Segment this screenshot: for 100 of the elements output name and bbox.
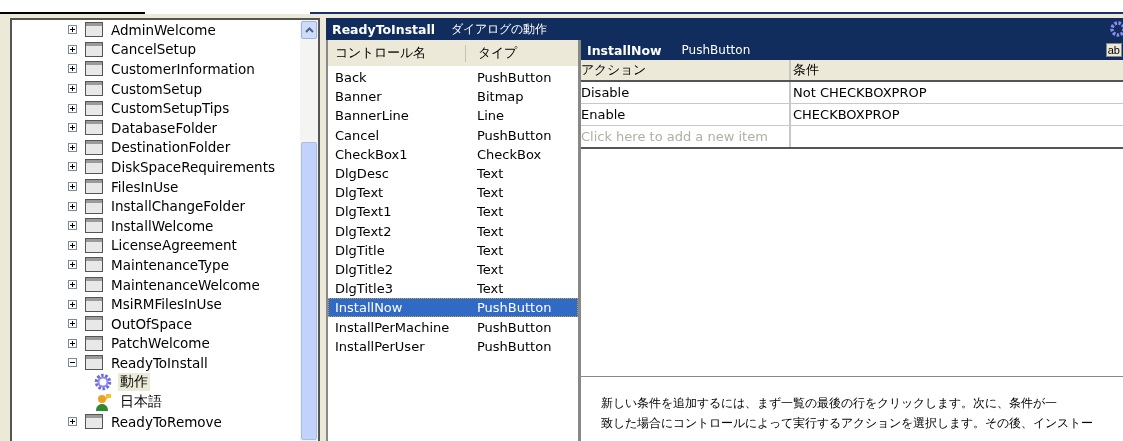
tree-item[interactable]: DatabaseFolder (109, 119, 220, 136)
column-header[interactable]: 条件 (791, 60, 1123, 80)
window-icon (85, 218, 103, 234)
tree-item[interactable]: InstallChangeFolder (109, 198, 248, 215)
tree-item[interactable]: CancelSetup (109, 41, 199, 58)
collapse-icon[interactable] (68, 358, 77, 368)
control-type: PushButton (477, 319, 553, 335)
table-cell[interactable]: CHECKBOXPROP (791, 104, 1123, 125)
tree-item[interactable]: FilesInUse (109, 178, 181, 195)
expand-icon[interactable] (68, 84, 77, 94)
expand-icon[interactable] (68, 319, 77, 329)
list-row[interactable]: Banner Bitmap (328, 87, 578, 107)
control-type: Text (477, 185, 505, 201)
table-cell[interactable]: Disable (581, 82, 791, 103)
control-name: DlgTitle2 (334, 261, 394, 277)
tree-item[interactable]: ReadyToRemove (109, 413, 224, 430)
window-icon (85, 198, 103, 214)
list-row[interactable]: InstallNow PushButton (328, 298, 578, 318)
expand-icon[interactable] (68, 103, 77, 113)
list-row[interactable]: DlgText1 Text (328, 202, 578, 222)
control-name: DlgDesc (334, 166, 390, 182)
control-name: Back (334, 70, 368, 86)
tree-item[interactable]: MaintenanceType (109, 256, 231, 273)
scroll-up-button[interactable] (301, 21, 317, 39)
tree-item[interactable]: DiskSpaceRequirements (109, 158, 277, 175)
expand-icon[interactable] (68, 240, 77, 250)
expand-icon[interactable] (68, 417, 77, 427)
tree-item[interactable]: DestinationFolder (109, 139, 233, 156)
scrollbar[interactable] (300, 20, 318, 441)
tree-item[interactable]: 日本語 (118, 393, 164, 412)
gear-icon[interactable] (1109, 20, 1123, 38)
tree-item[interactable]: CustomSetup (109, 80, 204, 97)
control-type: PushButton (477, 127, 553, 143)
tree-item[interactable]: CustomerInformation (109, 61, 257, 77)
tree-item[interactable]: AdminWelcome (109, 21, 218, 38)
tree-item[interactable]: InstallWelcome (109, 217, 216, 234)
list-row[interactable]: DlgTitle Text (328, 240, 578, 260)
list-row[interactable]: DlgDesc Text (328, 163, 578, 184)
control-name: InstallPerUser (334, 338, 426, 354)
column-header[interactable]: タイプ (465, 44, 578, 62)
tree-item[interactable]: 動作 (118, 373, 150, 392)
window-icon (85, 22, 103, 38)
expand-icon[interactable] (68, 280, 77, 289)
window-icon (85, 257, 103, 273)
tree-item[interactable]: MaintenanceWelcome (109, 276, 262, 293)
window-icon (85, 61, 103, 77)
window-icon (85, 335, 103, 351)
list-row[interactable]: DlgText Text (328, 183, 578, 203)
expand-icon[interactable] (68, 201, 77, 211)
control-type: Text (477, 223, 505, 239)
expand-icon[interactable] (68, 260, 77, 270)
expand-icon[interactable] (68, 64, 77, 74)
person-icon (94, 393, 112, 412)
list-row[interactable]: InstallPerUser PushButton (328, 336, 578, 356)
window-icon (85, 100, 103, 116)
list-row[interactable]: Cancel PushButton (328, 125, 578, 145)
expand-icon[interactable] (68, 44, 77, 54)
control-name: CheckBox1 (334, 146, 409, 162)
expand-icon[interactable] (68, 162, 77, 172)
control-type: CheckBox (477, 146, 543, 162)
expand-icon[interactable] (68, 299, 77, 309)
help-text: 致した場合にコントロールによって実行するアクションを選択します。その後、インストー (601, 415, 1094, 432)
text-button[interactable]: ab (1105, 43, 1122, 57)
control-type: PushButton (477, 300, 553, 316)
window-icon (85, 296, 103, 312)
column-header[interactable]: アクション (581, 60, 791, 80)
control-name: DlgTitle (334, 242, 386, 258)
control-name: InstallPerMachine (334, 319, 451, 335)
window-icon (85, 237, 103, 253)
list-row[interactable]: BannerLine Line (328, 106, 578, 126)
list-row[interactable]: InstallPerMachine PushButton (328, 317, 578, 337)
window-icon (85, 159, 103, 175)
tree-item[interactable]: PatchWelcome (109, 335, 212, 352)
tree-item[interactable]: ReadyToInstall (109, 354, 210, 371)
control-type: Text (477, 166, 505, 182)
control-name: DlgText (334, 185, 385, 201)
expand-icon[interactable] (68, 142, 77, 152)
list-row[interactable]: DlgTitle2 Text (328, 259, 578, 280)
list-row[interactable]: CheckBox1 CheckBox (328, 144, 578, 164)
table-cell[interactable]: Not CHECKBOXPROP (791, 82, 1123, 103)
tree-item[interactable]: CustomSetupTips (109, 100, 232, 117)
control-type: PushButton (681, 43, 751, 57)
table-cell[interactable]: Enable (581, 104, 791, 125)
gear-icon (94, 373, 112, 392)
control-type: PushButton (477, 70, 553, 86)
list-row[interactable]: DlgText2 Text (328, 221, 578, 241)
tree-item[interactable]: MsiRMFilesInUse (109, 296, 224, 313)
tree-item[interactable]: OutOfSpace (109, 315, 194, 332)
expand-icon[interactable] (68, 182, 77, 192)
expand-icon[interactable] (68, 123, 77, 133)
scroll-thumb[interactable] (301, 142, 317, 440)
dialog-subtitle: ダイアログの動作 (451, 20, 548, 38)
list-row[interactable]: Back PushButton (328, 68, 578, 88)
window-icon (85, 81, 103, 97)
list-row[interactable]: DlgTitle3 Text (328, 279, 578, 299)
expand-icon[interactable] (68, 221, 77, 231)
expand-icon[interactable] (68, 25, 77, 35)
expand-icon[interactable] (68, 338, 77, 348)
tree-item[interactable]: LicenseAgreement (109, 237, 239, 254)
control-name: DlgText1 (334, 204, 393, 220)
